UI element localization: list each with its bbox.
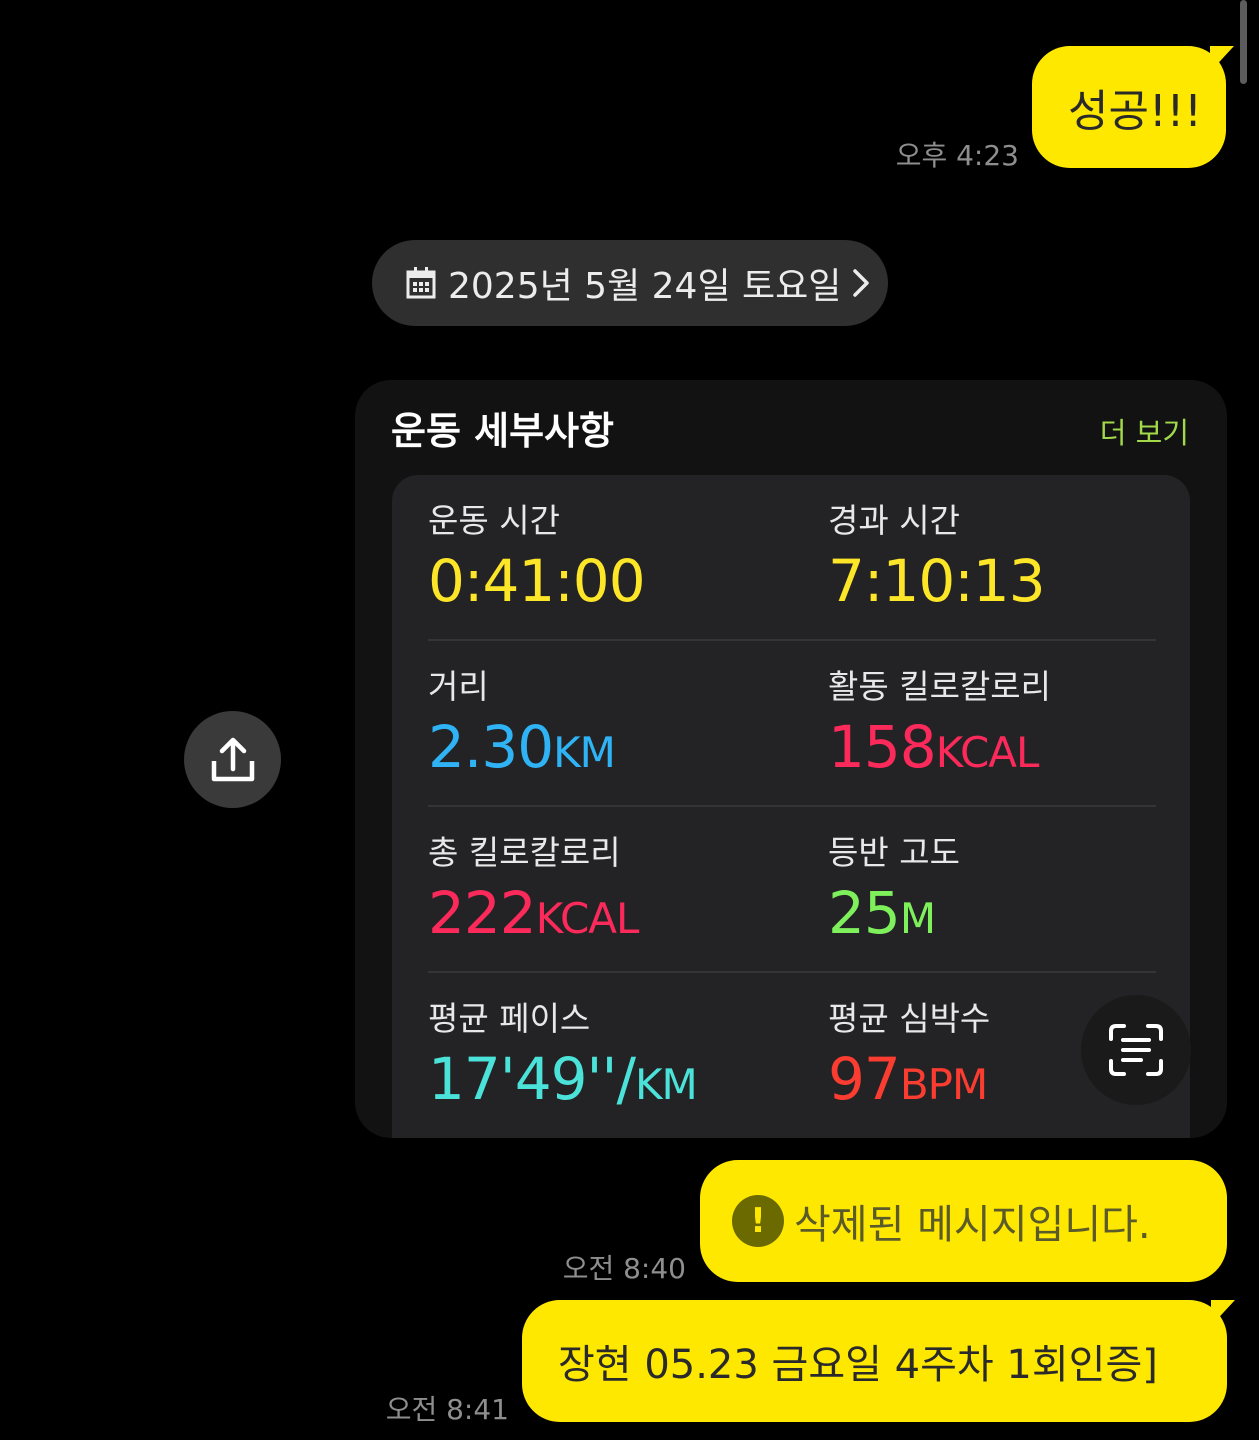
exclamation-icon: ! — [732, 1195, 784, 1247]
divider — [428, 805, 1156, 807]
metric-unit: KCAL — [535, 894, 640, 943]
date-divider-button[interactable]: 2025년 5월 24일 토요일 — [372, 240, 888, 326]
metric-unit: M — [899, 894, 936, 943]
message-time: 오전 8:41 — [385, 1393, 509, 1426]
text-scan-button[interactable] — [1081, 995, 1191, 1105]
message-time: 오전 8:40 — [562, 1252, 686, 1285]
bubble-tail — [1211, 1300, 1235, 1326]
bubble-tail — [1210, 46, 1234, 72]
metric-number: 158 — [828, 713, 937, 781]
metric-label: 운동 시간 — [428, 501, 560, 540]
metric-number: 222 — [428, 879, 537, 947]
calendar-icon — [406, 267, 436, 299]
date-divider-label: 2025년 5월 24일 토요일 — [448, 266, 842, 307]
metric-avg-heart-rate: 평균 심박수 97BPM — [828, 997, 990, 1117]
metric-elapsed-time: 경과 시간 7:10:13 — [828, 499, 1046, 619]
share-icon — [211, 737, 254, 781]
metric-number: 25 — [828, 879, 901, 947]
metric-active-kcal: 활동 킬로칼로리 158KCAL — [828, 665, 1051, 785]
metric-workout-time: 운동 시간 0:41:00 — [428, 499, 646, 619]
message-time: 오후 4:23 — [895, 139, 1019, 172]
text-scan-icon — [1109, 1024, 1163, 1076]
metric-label: 평균 심박수 — [828, 999, 991, 1038]
metric-unit: KM — [553, 728, 616, 777]
metric-label: 등반 고도 — [828, 833, 960, 872]
metric-value: 7:10:13 — [828, 543, 1046, 619]
message-text: 장현 05.23 금요일 4주차 1회인증] — [558, 1342, 1158, 1388]
metric-number: 17'49''/ — [428, 1045, 636, 1113]
metric-avg-pace: 평균 페이스 17'49''/KM — [428, 997, 698, 1117]
metric-number: 0:41:00 — [428, 547, 646, 615]
metric-value: 2.30KM — [428, 709, 616, 785]
metric-unit: KM — [634, 1060, 698, 1109]
metric-value: 97BPM — [828, 1041, 990, 1117]
message-bubble-success[interactable]: 성공!!! — [1032, 46, 1234, 168]
metric-label: 경과 시간 — [828, 501, 960, 540]
metric-number: 2.30 — [428, 713, 554, 781]
share-button[interactable] — [184, 711, 281, 808]
metric-label: 활동 킬로칼로리 — [828, 667, 1052, 706]
metric-distance: 거리 2.30KM — [428, 665, 616, 785]
card-title: 운동 세부사항 — [391, 409, 614, 453]
metric-unit: BPM — [899, 1060, 988, 1109]
metric-label: 평균 페이스 — [428, 999, 591, 1038]
metric-value: 0:41:00 — [428, 543, 646, 619]
scrollbar[interactable] — [1240, 0, 1247, 84]
chevron-right-icon — [853, 269, 870, 297]
more-link[interactable]: 더 보기 — [1100, 410, 1189, 452]
metric-label: 총 킬로칼로리 — [428, 833, 621, 872]
metric-value: 25M — [828, 875, 960, 951]
metric-label: 거리 — [428, 667, 489, 706]
metric-unit: KCAL — [935, 728, 1040, 777]
divider — [428, 639, 1156, 641]
divider — [428, 971, 1156, 973]
message-text: 성공!!! — [1068, 86, 1202, 137]
message-text: 삭제된 메시지입니다. — [794, 1202, 1151, 1248]
metric-value: 158KCAL — [828, 709, 1051, 785]
metric-value: 222KCAL — [428, 875, 640, 951]
metric-elevation-gain: 등반 고도 25M — [828, 831, 960, 951]
metric-total-kcal: 총 킬로칼로리 222KCAL — [428, 831, 640, 951]
metrics-panel: 운동 시간 0:41:00 경과 시간 7:10:13 거리 2.30KM 활동… — [392, 475, 1190, 1138]
message-bubble-certification[interactable]: 장현 05.23 금요일 4주차 1회인증] — [522, 1300, 1235, 1422]
metric-value: 17'49''/KM — [428, 1041, 698, 1117]
message-bubble-deleted[interactable]: ! 삭제된 메시지입니다. — [700, 1160, 1227, 1282]
metric-number: 97 — [828, 1045, 901, 1113]
metric-number: 7:10:13 — [828, 547, 1046, 615]
